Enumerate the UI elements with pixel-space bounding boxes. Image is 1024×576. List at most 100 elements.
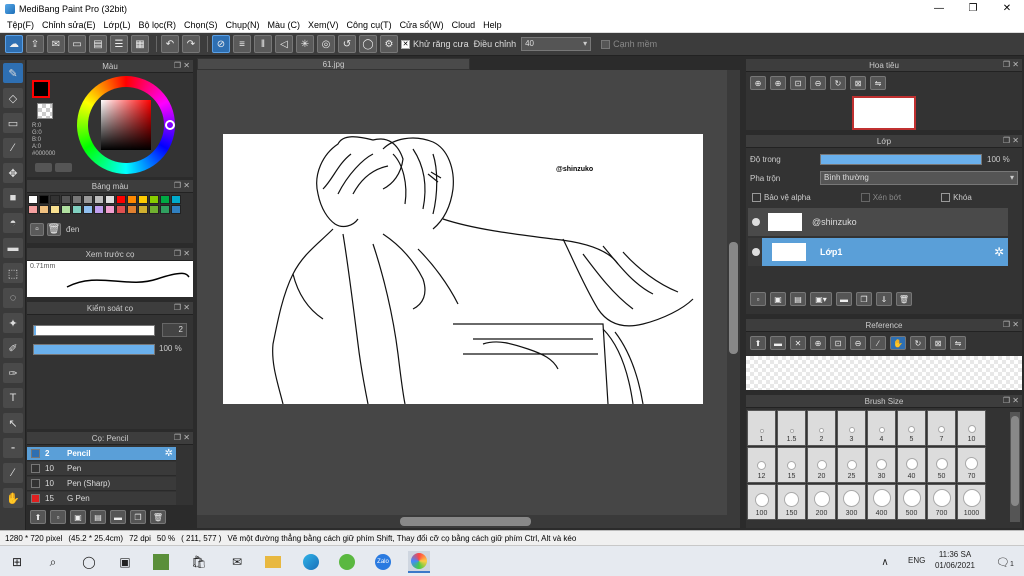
eyedropper-tool-icon[interactable]: ⁃ xyxy=(3,438,23,458)
fill-rect-tool-icon[interactable]: ■ xyxy=(3,188,23,208)
reference-fit-icon[interactable]: ⊡ xyxy=(830,336,846,350)
vertical-scroll-thumb[interactable] xyxy=(729,242,738,354)
panel-float-close-icon[interactable]: ❐ ✕ xyxy=(1003,396,1019,405)
fit-icon[interactable]: ⊡ xyxy=(790,76,806,90)
panel-float-close-icon[interactable]: ❐ ✕ xyxy=(174,249,190,258)
palette-swatch[interactable] xyxy=(116,195,126,204)
palette-swatch[interactable] xyxy=(72,195,82,204)
cloud-icon[interactable]: ☁ xyxy=(5,35,23,53)
rotate-icon[interactable]: ↻ xyxy=(830,76,846,90)
antialias-checkbox[interactable]: ✕ xyxy=(401,39,410,49)
bucket-tool-icon[interactable]: ◓ xyxy=(3,213,23,233)
menu-filter[interactable]: Bộ lọc(R) xyxy=(138,20,176,30)
language-indicator[interactable]: ENG xyxy=(908,556,925,565)
brush-item-pen-sharp[interactable]: 10 Pen (Sharp) xyxy=(27,477,176,491)
share-icon[interactable]: ⇪ xyxy=(26,35,44,53)
zoom-in-alt-icon[interactable]: ⊕ xyxy=(770,76,786,90)
brush-size-option[interactable]: 500 xyxy=(897,484,926,520)
visibility-icon[interactable] xyxy=(752,218,760,226)
clock[interactable]: 11:36 SA 01/06/2021 xyxy=(934,549,976,571)
palette-swatch[interactable] xyxy=(127,205,137,214)
delete-layer-icon[interactable]: 🗑 xyxy=(896,292,912,306)
panel-float-close-icon[interactable]: ❐ ✕ xyxy=(1003,60,1019,69)
palette-swatch[interactable] xyxy=(138,195,148,204)
palette-swatch[interactable] xyxy=(83,195,93,204)
panel-float-close-icon[interactable]: ❐ ✕ xyxy=(174,303,190,312)
reference-zoom-in-icon[interactable]: ⊕ xyxy=(810,336,826,350)
snap-off-icon[interactable]: ⊘ xyxy=(212,35,230,53)
visibility-icon[interactable] xyxy=(752,248,760,256)
palette-swatch[interactable] xyxy=(94,195,104,204)
palette-swatch[interactable] xyxy=(50,195,60,204)
menu-file[interactable]: Tệp(F) xyxy=(7,20,34,30)
palette-swatch[interactable] xyxy=(83,205,93,214)
palette-swatch[interactable] xyxy=(171,195,181,204)
clipping-checkbox[interactable] xyxy=(860,193,870,202)
zalo-icon[interactable]: Zalo xyxy=(372,551,394,573)
correction-select[interactable]: 40 xyxy=(521,37,592,51)
saturation-square[interactable] xyxy=(101,100,151,150)
secondary-color-swatch[interactable] xyxy=(37,103,53,119)
reference-eyedropper-icon[interactable]: ∕ xyxy=(870,336,886,350)
palette-swatch[interactable] xyxy=(105,195,115,204)
circle-snap-icon[interactable]: ◎ xyxy=(317,35,335,53)
brush-item-pencil[interactable]: 2 Pencil ✲ xyxy=(27,447,176,461)
eraser-tool-icon[interactable]: ◇ xyxy=(3,88,23,108)
palette-swatch[interactable] xyxy=(39,205,49,214)
brush-folder-icon[interactable]: ▬ xyxy=(110,510,126,524)
file-explorer-icon[interactable] xyxy=(262,551,284,573)
palette-swatch[interactable] xyxy=(72,205,82,214)
flip-icon[interactable]: ⇋ xyxy=(870,76,886,90)
palette-swatch[interactable] xyxy=(116,205,126,214)
panel-float-close-icon[interactable]: ❐ ✕ xyxy=(174,433,190,442)
add-brush-menu-icon[interactable]: ▣ xyxy=(70,510,86,524)
dropper-tool-icon[interactable]: ∕ xyxy=(3,463,23,483)
menu-view[interactable]: Xem(V) xyxy=(308,20,339,30)
brush-size-option[interactable]: 700 xyxy=(927,484,956,520)
menu-select[interactable]: Chọn(S) xyxy=(184,20,218,30)
task-view-icon[interactable]: ▣ xyxy=(114,551,136,573)
add-layer-menu-icon[interactable]: ▣▾ xyxy=(810,292,832,306)
vanish-snap-icon[interactable]: ◁ xyxy=(275,35,293,53)
brush-size-slider[interactable] xyxy=(33,325,155,336)
zoom-in-icon[interactable]: ⊕ xyxy=(750,76,766,90)
palette-swatch[interactable] xyxy=(94,205,104,214)
text-tool-icon[interactable]: T xyxy=(3,388,23,408)
grid-icon[interactable]: ▦ xyxy=(131,35,149,53)
menu-window[interactable]: Cửa sổ(W) xyxy=(400,20,444,30)
brush-tool-icon[interactable]: ✎ xyxy=(3,63,23,83)
gear-icon[interactable]: ✲ xyxy=(165,448,173,459)
new-8bit-layer-icon[interactable]: ▤ xyxy=(790,292,806,306)
brush-size-option[interactable]: 4 xyxy=(867,410,896,446)
palette-swatch[interactable] xyxy=(171,205,181,214)
palette-swatch[interactable] xyxy=(160,205,170,214)
duplicate-layer-icon[interactable]: ❐ xyxy=(856,292,872,306)
cortana-icon[interactable]: ◯ xyxy=(78,551,100,573)
brush-size-value[interactable]: 2 xyxy=(162,323,187,337)
gradient-tool-icon[interactable]: ▬ xyxy=(3,238,23,258)
gear-icon[interactable]: ✲ xyxy=(994,245,1004,259)
brush-size-option[interactable]: 2 xyxy=(807,410,836,446)
palette-swatch[interactable] xyxy=(149,195,159,204)
comment-icon[interactable]: ✉ xyxy=(47,35,65,53)
delete-brush-icon[interactable]: 🗑 xyxy=(150,510,166,524)
palette-swatch[interactable] xyxy=(28,205,38,214)
palette-swatch[interactable] xyxy=(160,195,170,204)
list-icon[interactable]: ☰ xyxy=(110,35,128,53)
radial-snap-icon[interactable]: ✳ xyxy=(296,35,314,53)
brush-size-option[interactable]: 7 xyxy=(927,410,956,446)
menu-edit[interactable]: Chỉnh sửa(E) xyxy=(42,20,96,30)
brush-size-option[interactable]: 30 xyxy=(867,447,896,483)
primary-color-swatch[interactable] xyxy=(32,80,50,98)
parallel-snap-icon[interactable]: ≡ xyxy=(233,35,251,53)
brush-item-pen[interactable]: 10 Pen xyxy=(27,462,176,476)
magic-wand-tool-icon[interactable]: ✦ xyxy=(3,313,23,333)
hand-tool-icon[interactable]: ✋ xyxy=(3,488,23,508)
palette-swatch[interactable] xyxy=(149,205,159,214)
layer-folder-icon[interactable]: ▬ xyxy=(836,292,852,306)
palette-swatch[interactable] xyxy=(105,205,115,214)
brush-size-option[interactable]: 1 xyxy=(747,410,776,446)
brush-size-option[interactable]: 20 xyxy=(807,447,836,483)
medibang-taskbar-icon[interactable] xyxy=(408,551,430,573)
palette-swatch[interactable] xyxy=(138,205,148,214)
